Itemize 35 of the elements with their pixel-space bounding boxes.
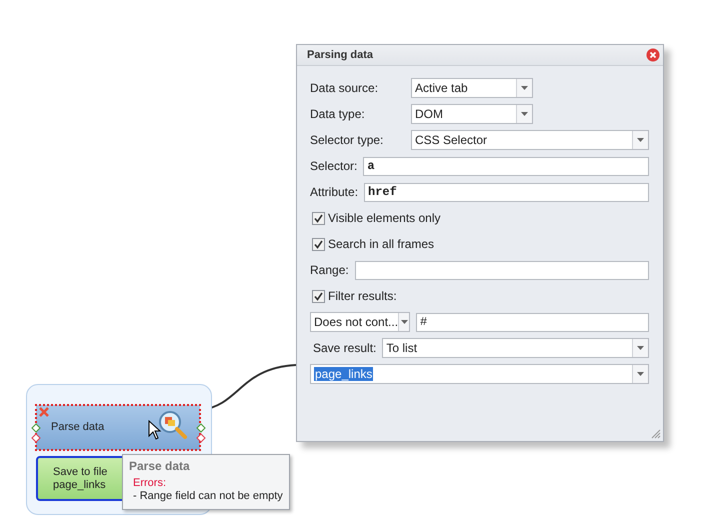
field-label: Selector: <box>310 159 358 173</box>
input-field[interactable] <box>354 260 649 280</box>
dropdown[interactable]: To list <box>382 338 649 358</box>
checkbox-label: Filter results: <box>328 289 397 303</box>
field-label: Data type: <box>310 107 366 121</box>
window-title: Parsing data <box>307 49 374 61</box>
close-icon[interactable] <box>646 48 660 62</box>
input-field[interactable]: a <box>363 156 649 176</box>
flow-node[interactable]: Parse data <box>36 405 200 450</box>
resize-grip-icon[interactable] <box>651 429 661 439</box>
dropdown[interactable]: page_links <box>310 364 649 384</box>
field-label: Attribute: <box>310 185 358 199</box>
node-label: Save to file <box>53 466 108 478</box>
dropdown[interactable]: Active tab <box>411 78 533 98</box>
dropdown[interactable]: Does not cont... <box>310 312 410 332</box>
field-label: Range: <box>310 263 349 277</box>
input-field[interactable]: href <box>364 182 649 202</box>
checkbox-label: Search in all frames <box>328 237 434 251</box>
dropdown[interactable]: DOM <box>411 104 533 124</box>
field-label: Data source: <box>310 81 380 95</box>
checkbox[interactable] <box>312 212 325 224</box>
dropdown[interactable]: CSS Selector <box>411 130 649 150</box>
node-sublabel: page_links <box>53 478 106 492</box>
cursor-icon <box>148 420 162 440</box>
node-label: Parse data <box>51 421 104 434</box>
error-x-icon <box>39 407 49 417</box>
checkbox[interactable] <box>312 290 325 302</box>
field-label: Save result: <box>313 341 376 355</box>
field-label: Selector type: <box>310 133 384 147</box>
tooltip-title: Parse data <box>129 459 191 473</box>
input-field[interactable]: # <box>416 312 649 332</box>
checkbox[interactable] <box>312 238 325 250</box>
error-heading: Errors: <box>132 477 166 490</box>
checkbox-label: Visible elements only <box>328 211 441 225</box>
magnifier-icon <box>158 410 188 440</box>
